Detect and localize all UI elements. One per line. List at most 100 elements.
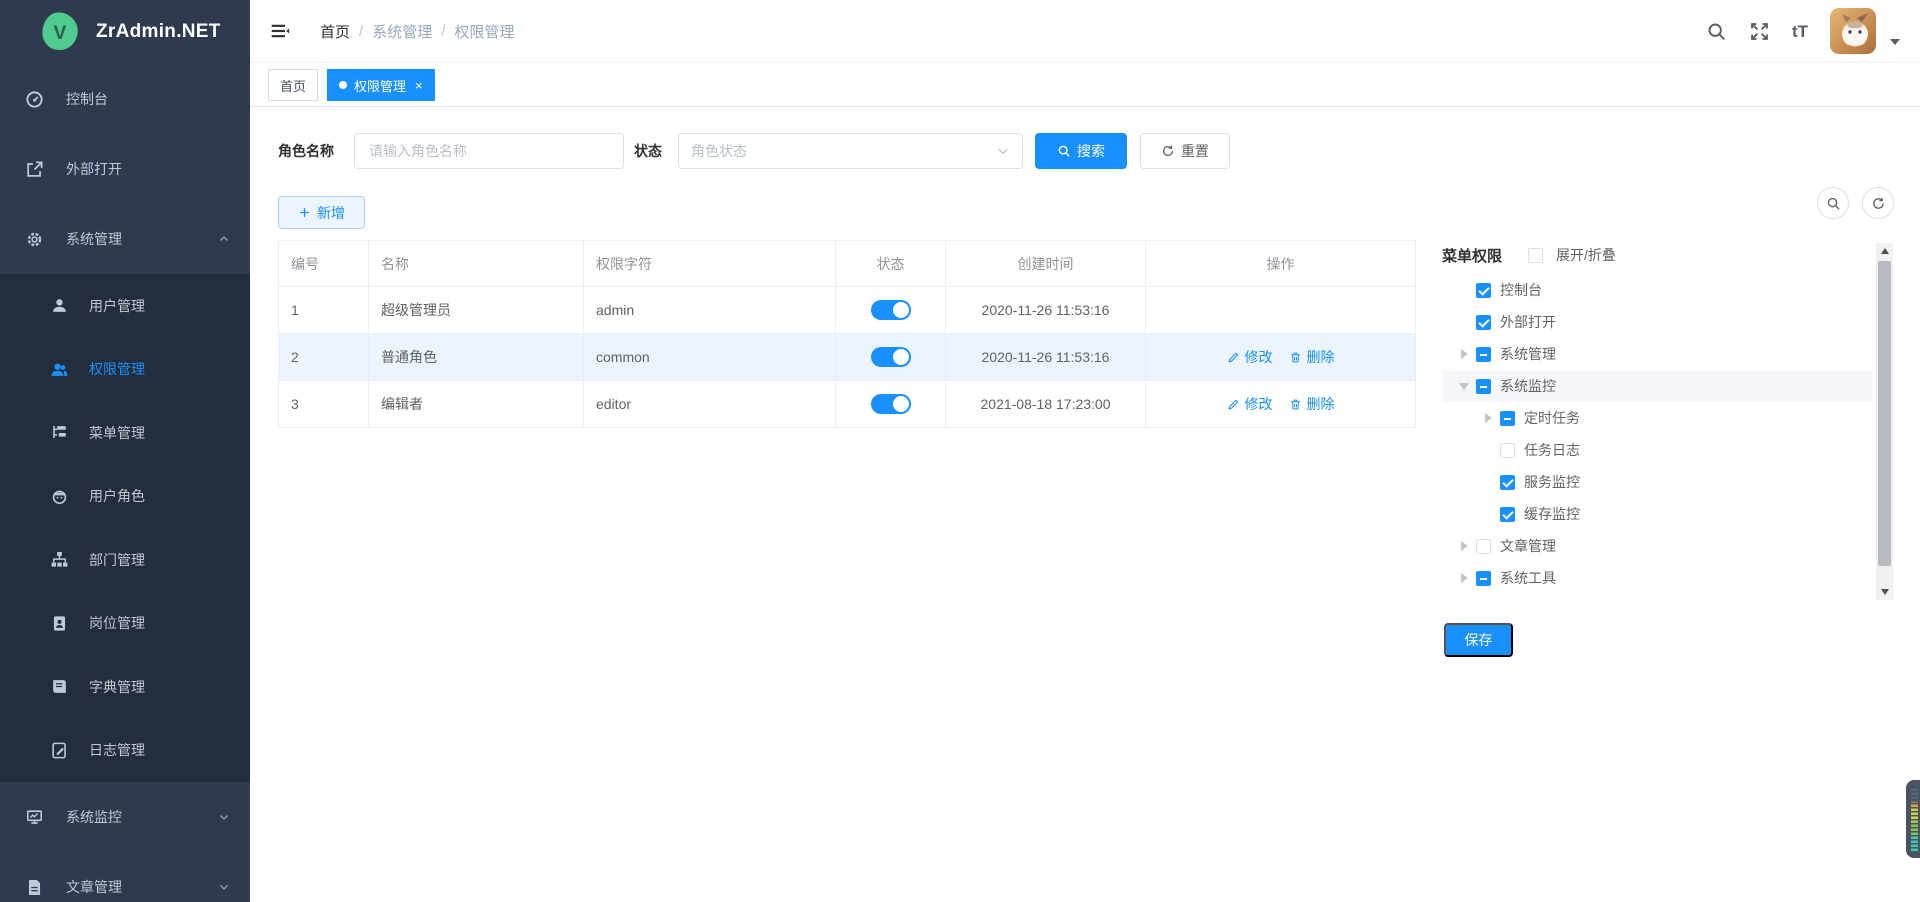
tree-arrow-placeholder: [1452, 310, 1476, 334]
cell-created: 2021-08-18 17:23:00: [946, 381, 1146, 428]
tree-checkbox[interactable]: [1476, 539, 1491, 554]
tree-checkbox[interactable]: [1500, 507, 1515, 522]
user-avatar[interactable]: [1830, 8, 1876, 54]
sidebar-item-user-roles[interactable]: 用户角色: [0, 465, 250, 529]
sidebar-item-monitor[interactable]: 系统监控: [0, 782, 250, 852]
sidebar-item-departments[interactable]: 部门管理: [0, 528, 250, 592]
tab-home[interactable]: 首页: [268, 69, 318, 101]
tree-node[interactable]: 服务监控: [1442, 466, 1872, 498]
search-icon[interactable]: [1706, 21, 1727, 42]
sidebar-item-label: 系统监控: [66, 807, 122, 827]
tree-node[interactable]: 文章管理: [1442, 530, 1872, 562]
tree-collapse-arrow-icon[interactable]: [1476, 406, 1500, 430]
sidebar-item-logs[interactable]: 日志管理: [0, 719, 250, 783]
reset-button[interactable]: 重置: [1140, 133, 1230, 169]
font-size-icon[interactable]: tT: [1792, 23, 1808, 40]
tree-checkbox[interactable]: [1476, 283, 1491, 298]
tree-checkbox[interactable]: [1476, 571, 1491, 586]
status-select[interactable]: 角色状态: [678, 133, 1023, 169]
tree-checkbox[interactable]: [1476, 379, 1491, 394]
expand-collapse-label: 展开/折叠: [1556, 245, 1616, 265]
menu-permission-panel: 菜单权限 展开/折叠 控制台 外部打开: [1442, 243, 1872, 594]
tree-checkbox[interactable]: [1500, 411, 1515, 426]
delete-link[interactable]: 删除: [1289, 347, 1335, 367]
status-toggle[interactable]: [871, 347, 911, 367]
scrollbar-down-arrow[interactable]: [1876, 584, 1893, 600]
tree-node[interactable]: 系统监控: [1442, 370, 1872, 402]
sidebar-item-external[interactable]: 外部打开: [0, 134, 250, 204]
expand-collapse-checkbox[interactable]: [1528, 248, 1543, 263]
tab-active-dot: [339, 81, 347, 89]
table-search-toggle-button[interactable]: [1817, 187, 1849, 219]
col-header-actions: 操作: [1146, 241, 1416, 287]
user-icon: [50, 296, 69, 315]
edit-link[interactable]: 修改: [1227, 394, 1273, 414]
edit-link[interactable]: 修改: [1227, 347, 1273, 367]
tab-role-management[interactable]: 权限管理 ×: [327, 69, 435, 101]
avatar-caret-down-icon[interactable]: [1890, 39, 1900, 50]
tree-node-label: 控制台: [1500, 280, 1542, 300]
tree-node[interactable]: 控制台: [1442, 274, 1872, 306]
top-navbar: 首页 / 系统管理 / 权限管理 tT: [250, 0, 1920, 63]
sidebar-item-menus[interactable]: 菜单管理: [0, 401, 250, 465]
sidebar-item-label: 字典管理: [89, 677, 145, 697]
tab-close-icon[interactable]: ×: [415, 78, 423, 93]
sidebar-item-posts[interactable]: 岗位管理: [0, 592, 250, 656]
system-submenu: 用户管理 权限管理: [0, 274, 250, 782]
fullscreen-icon[interactable]: [1749, 21, 1770, 42]
roles-table: 编号 名称 权限字符 状态 创建时间 操作 1 超级管理员 admin 202: [278, 240, 1416, 428]
save-button[interactable]: 保存: [1444, 623, 1513, 657]
breadcrumb-home[interactable]: 首页: [320, 21, 350, 42]
sidebar-collapse-icon[interactable]: [270, 21, 290, 41]
sidebar-item-label: 日志管理: [89, 740, 145, 760]
trash-icon: [1289, 351, 1302, 364]
sidebar-item-dashboard[interactable]: 控制台: [0, 64, 250, 134]
app-logo: V ZrAdmin.NET: [0, 0, 250, 64]
tree-scrollbar[interactable]: [1876, 243, 1893, 600]
sidebar-menu: 控制台 外部打开 系统管理: [0, 64, 250, 902]
edit-pencil-icon: [1227, 351, 1240, 364]
col-header-name: 名称: [369, 241, 584, 287]
role-name-input[interactable]: [354, 133, 624, 169]
table-refresh-button[interactable]: [1862, 187, 1894, 219]
add-button[interactable]: 新增: [278, 196, 365, 229]
tree-node[interactable]: 任务日志: [1442, 434, 1872, 466]
tree-collapse-arrow-icon[interactable]: [1452, 342, 1476, 366]
scrollbar-thumb[interactable]: [1878, 261, 1891, 566]
cell-perm: editor: [584, 381, 836, 428]
tree-expand-arrow-icon[interactable]: [1452, 374, 1476, 398]
cell-name: 普通角色: [369, 334, 584, 381]
tree-node[interactable]: 缓存监控: [1442, 498, 1872, 530]
tree-node[interactable]: 系统工具: [1442, 562, 1872, 594]
tree-node-label: 任务日志: [1524, 440, 1580, 460]
menu-permission-tree: 控制台 外部打开 系统管理 系统监控: [1442, 274, 1872, 594]
sidebar-item-article[interactable]: 文章管理: [0, 852, 250, 902]
scrollbar-up-arrow[interactable]: [1876, 243, 1893, 259]
sidebar-item-label: 外部打开: [66, 159, 122, 179]
tree-checkbox[interactable]: [1476, 347, 1491, 362]
menu-permission-title: 菜单权限: [1442, 245, 1528, 266]
delete-link-label: 删除: [1307, 394, 1335, 414]
tree-checkbox[interactable]: [1500, 443, 1515, 458]
tree-node[interactable]: 系统管理: [1442, 338, 1872, 370]
search-button[interactable]: 搜索: [1035, 133, 1127, 169]
sidebar-item-users[interactable]: 用户管理: [0, 274, 250, 338]
tree-checkbox[interactable]: [1500, 475, 1515, 490]
status-toggle[interactable]: [871, 394, 911, 414]
sidebar-item-dictionary[interactable]: 字典管理: [0, 655, 250, 719]
volume-meter-widget[interactable]: [1906, 780, 1920, 858]
tree-arrow-placeholder: [1452, 278, 1476, 302]
tree-checkbox[interactable]: [1476, 315, 1491, 330]
tree-collapse-arrow-icon[interactable]: [1452, 534, 1476, 558]
cell-actions: 修改 删除: [1146, 334, 1416, 381]
tree-collapse-arrow-icon[interactable]: [1452, 566, 1476, 590]
app-root: V ZrAdmin.NET 控制台 外部打开: [0, 0, 1920, 902]
status-toggle[interactable]: [871, 300, 911, 320]
tree-node[interactable]: 定时任务: [1442, 402, 1872, 434]
tree-node[interactable]: 外部打开: [1442, 306, 1872, 338]
sidebar-item-roles[interactable]: 权限管理: [0, 338, 250, 402]
delete-link[interactable]: 删除: [1289, 394, 1335, 414]
badge-icon: [50, 614, 69, 633]
status-label: 状态: [634, 141, 662, 161]
sidebar-item-system[interactable]: 系统管理: [0, 204, 250, 274]
